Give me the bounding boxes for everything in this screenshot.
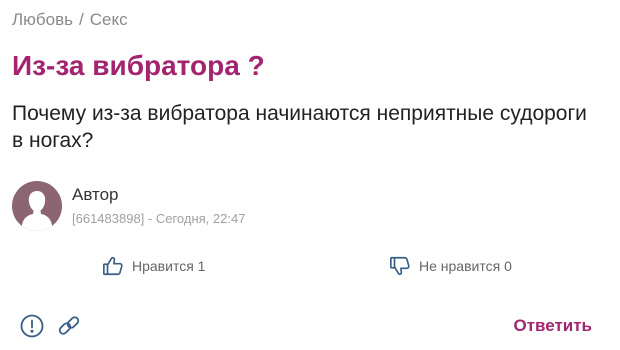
dislike-button[interactable]: Не нравится 0 — [389, 255, 512, 277]
exclamation-circle-icon[interactable] — [19, 313, 45, 339]
thumbs-down-icon — [390, 256, 410, 276]
post-title: Из-за вибратора ? — [12, 50, 265, 81]
author-avatar[interactable] — [12, 181, 62, 231]
like-count-label: Нравится 1 — [132, 258, 206, 274]
breadcrumb: Любовь / Секс — [12, 10, 128, 30]
like-button[interactable]: Нравится 1 — [102, 255, 205, 277]
link-icon[interactable] — [56, 313, 82, 339]
breadcrumb-separator: / — [79, 10, 84, 29]
author-meta: [661483898] - Сегодня, 22:47 — [72, 211, 246, 226]
user-silhouette-icon — [22, 191, 52, 231]
dislike-count-label: Не нравится 0 — [419, 258, 512, 274]
thumbs-up-icon — [103, 256, 123, 276]
breadcrumb-love-link[interactable]: Любовь — [12, 10, 73, 29]
reply-button[interactable]: Ответить — [513, 316, 592, 336]
breadcrumb-sex-link[interactable]: Секс — [90, 10, 128, 29]
author-name[interactable]: Автор — [72, 185, 119, 205]
post-body: Почему из-за вибратора начинаются неприя… — [12, 102, 587, 152]
